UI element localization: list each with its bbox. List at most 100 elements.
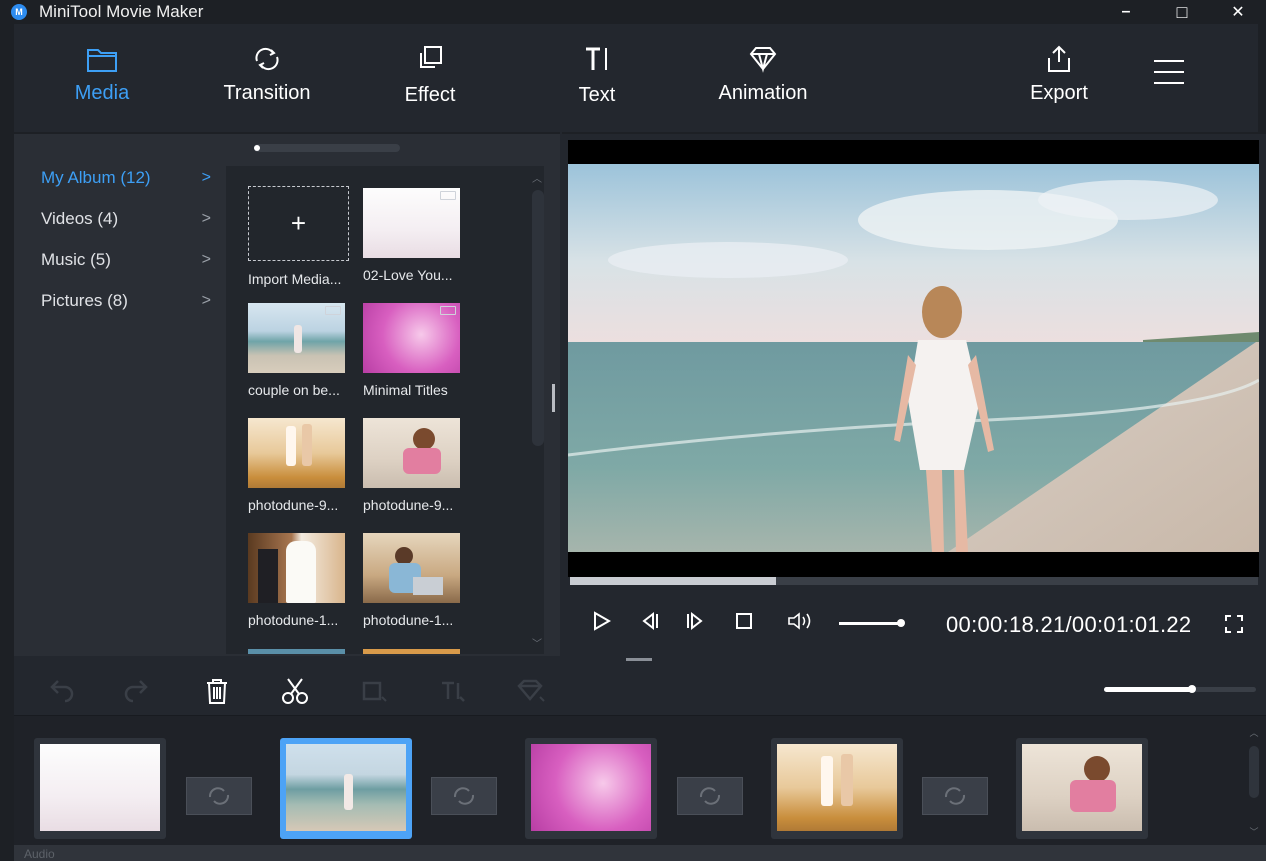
tab-animation[interactable]: Animation	[703, 42, 823, 105]
scroll-down-icon[interactable]: ﹀	[1248, 825, 1260, 838]
progress-fill	[570, 577, 777, 585]
media-item[interactable]: couple on be...	[248, 303, 348, 398]
export-icon	[1043, 42, 1075, 76]
next-frame-icon[interactable]	[684, 610, 706, 637]
timeline-clip[interactable]	[771, 738, 903, 839]
horizontal-scrollbar[interactable]	[254, 144, 400, 152]
album-videos[interactable]: Videos (4) >	[41, 207, 211, 231]
media-thumbnail	[363, 418, 460, 488]
import-media-item[interactable]: + Import Media...	[248, 186, 349, 287]
volume-knob[interactable]	[897, 619, 905, 627]
maximize-button[interactable]: □	[1154, 0, 1210, 24]
undo-icon[interactable]	[48, 677, 76, 708]
album-label: Music (5)	[41, 250, 111, 269]
export-button[interactable]: Export	[999, 42, 1119, 105]
playback-progress-bar[interactable]	[570, 577, 1258, 585]
scroll-down-icon[interactable]: ﹀	[530, 635, 544, 650]
tab-media[interactable]: Media	[42, 42, 162, 105]
animation-disabled-icon[interactable]	[516, 677, 546, 710]
album-music[interactable]: Music (5) >	[41, 248, 211, 272]
effect-icon	[414, 42, 446, 76]
media-item[interactable]: photodune-9...	[363, 418, 463, 513]
transition-icon	[944, 787, 966, 805]
transition-icon	[251, 42, 283, 76]
media-label: 02-Love You...	[363, 267, 453, 283]
panel-resize-handle[interactable]	[552, 384, 555, 412]
tab-effect[interactable]: Effect	[370, 42, 490, 107]
album-my-album[interactable]: My Album (12) >	[41, 166, 211, 190]
tab-transition[interactable]: Transition	[207, 42, 327, 105]
hamburger-menu-icon[interactable]	[1154, 60, 1184, 84]
volume-icon[interactable]	[786, 610, 816, 637]
person-figure	[1070, 780, 1116, 812]
media-item[interactable]: photodune-1...	[363, 533, 463, 628]
transition-slot[interactable]	[431, 777, 497, 815]
text-icon	[581, 42, 613, 76]
scroll-thumb[interactable]	[1249, 746, 1259, 798]
folder-icon	[86, 42, 118, 76]
clip-thumbnail	[40, 744, 160, 831]
play-icon[interactable]	[592, 610, 612, 637]
media-item[interactable]: photodune-9...	[248, 418, 348, 513]
video-player[interactable]	[568, 140, 1259, 577]
album-label: Videos (4)	[41, 209, 119, 228]
redo-icon[interactable]	[122, 677, 150, 708]
diamond-icon	[747, 42, 779, 76]
tab-text[interactable]: Text	[537, 42, 657, 107]
clip-thumbnail	[1022, 744, 1142, 831]
effect-disabled-icon[interactable]	[360, 677, 388, 710]
video-frame	[568, 140, 1259, 577]
media-thumbnail	[363, 188, 460, 258]
media-item[interactable]: 02-Love You...	[363, 188, 463, 283]
media-label: photodune-1...	[363, 612, 454, 628]
media-item[interactable]: Minimal Titles	[363, 303, 463, 398]
person-figure	[344, 774, 353, 810]
timeline-clip-selected[interactable]	[280, 738, 412, 839]
media-vertical-scrollbar[interactable]: ︿ ﹀	[530, 170, 544, 650]
chevron-right-icon: >	[201, 210, 211, 227]
transition-slot[interactable]	[677, 777, 743, 815]
transition-icon	[208, 787, 230, 805]
person-figure	[403, 448, 441, 474]
media-thumbnail	[248, 303, 345, 373]
preview-panel: 00:00:18.21/00:01:01.22	[562, 132, 1266, 656]
audio-track[interactable]: Audio	[14, 845, 1266, 861]
scroll-up-icon[interactable]: ︿	[1248, 726, 1260, 739]
scroll-position-dot[interactable]	[254, 145, 260, 151]
delete-icon[interactable]	[204, 677, 230, 710]
previous-frame-icon[interactable]	[639, 610, 661, 637]
volume-slider[interactable]	[839, 622, 901, 625]
video-badge-icon	[440, 191, 456, 200]
panel-split-handle[interactable]	[626, 658, 652, 661]
scroll-thumb[interactable]	[532, 190, 544, 446]
tab-text-label: Text	[578, 84, 616, 106]
suit-figure	[258, 549, 278, 603]
media-item[interactable]: photodune-1...	[248, 533, 348, 628]
close-button[interactable]: ✕	[1210, 0, 1266, 24]
left-border	[0, 24, 14, 861]
timeline-zoom-fill	[1104, 687, 1193, 692]
minimize-button[interactable]: –	[1098, 0, 1154, 24]
media-label: photodune-1...	[248, 612, 339, 628]
media-thumbnail-partial	[363, 649, 460, 654]
timeline-vertical-scrollbar[interactable]: ︿ ﹀	[1248, 726, 1260, 838]
timeline-clip[interactable]	[1016, 738, 1148, 839]
timeline-clip[interactable]	[34, 738, 166, 839]
fullscreen-icon[interactable]	[1224, 614, 1244, 639]
scroll-up-icon[interactable]: ︿	[530, 170, 544, 185]
cut-scissors-icon[interactable]	[280, 677, 310, 710]
transition-slot[interactable]	[922, 777, 988, 815]
chevron-right-icon: >	[201, 251, 211, 268]
stop-icon[interactable]	[733, 610, 755, 637]
text-disabled-icon[interactable]	[438, 677, 466, 710]
player-controls: 00:00:18.21/00:01:01.22	[562, 602, 1266, 642]
media-label: photodune-9...	[248, 497, 339, 513]
media-label: Import Media...	[248, 271, 342, 287]
album-pictures[interactable]: Pictures (8) >	[41, 289, 211, 313]
tab-transition-label: Transition	[223, 82, 311, 104]
tab-effect-label: Effect	[404, 84, 456, 106]
person-figure	[841, 754, 853, 806]
import-media-button[interactable]: +	[248, 186, 349, 261]
timeline-clip[interactable]	[525, 738, 657, 839]
transition-slot[interactable]	[186, 777, 252, 815]
